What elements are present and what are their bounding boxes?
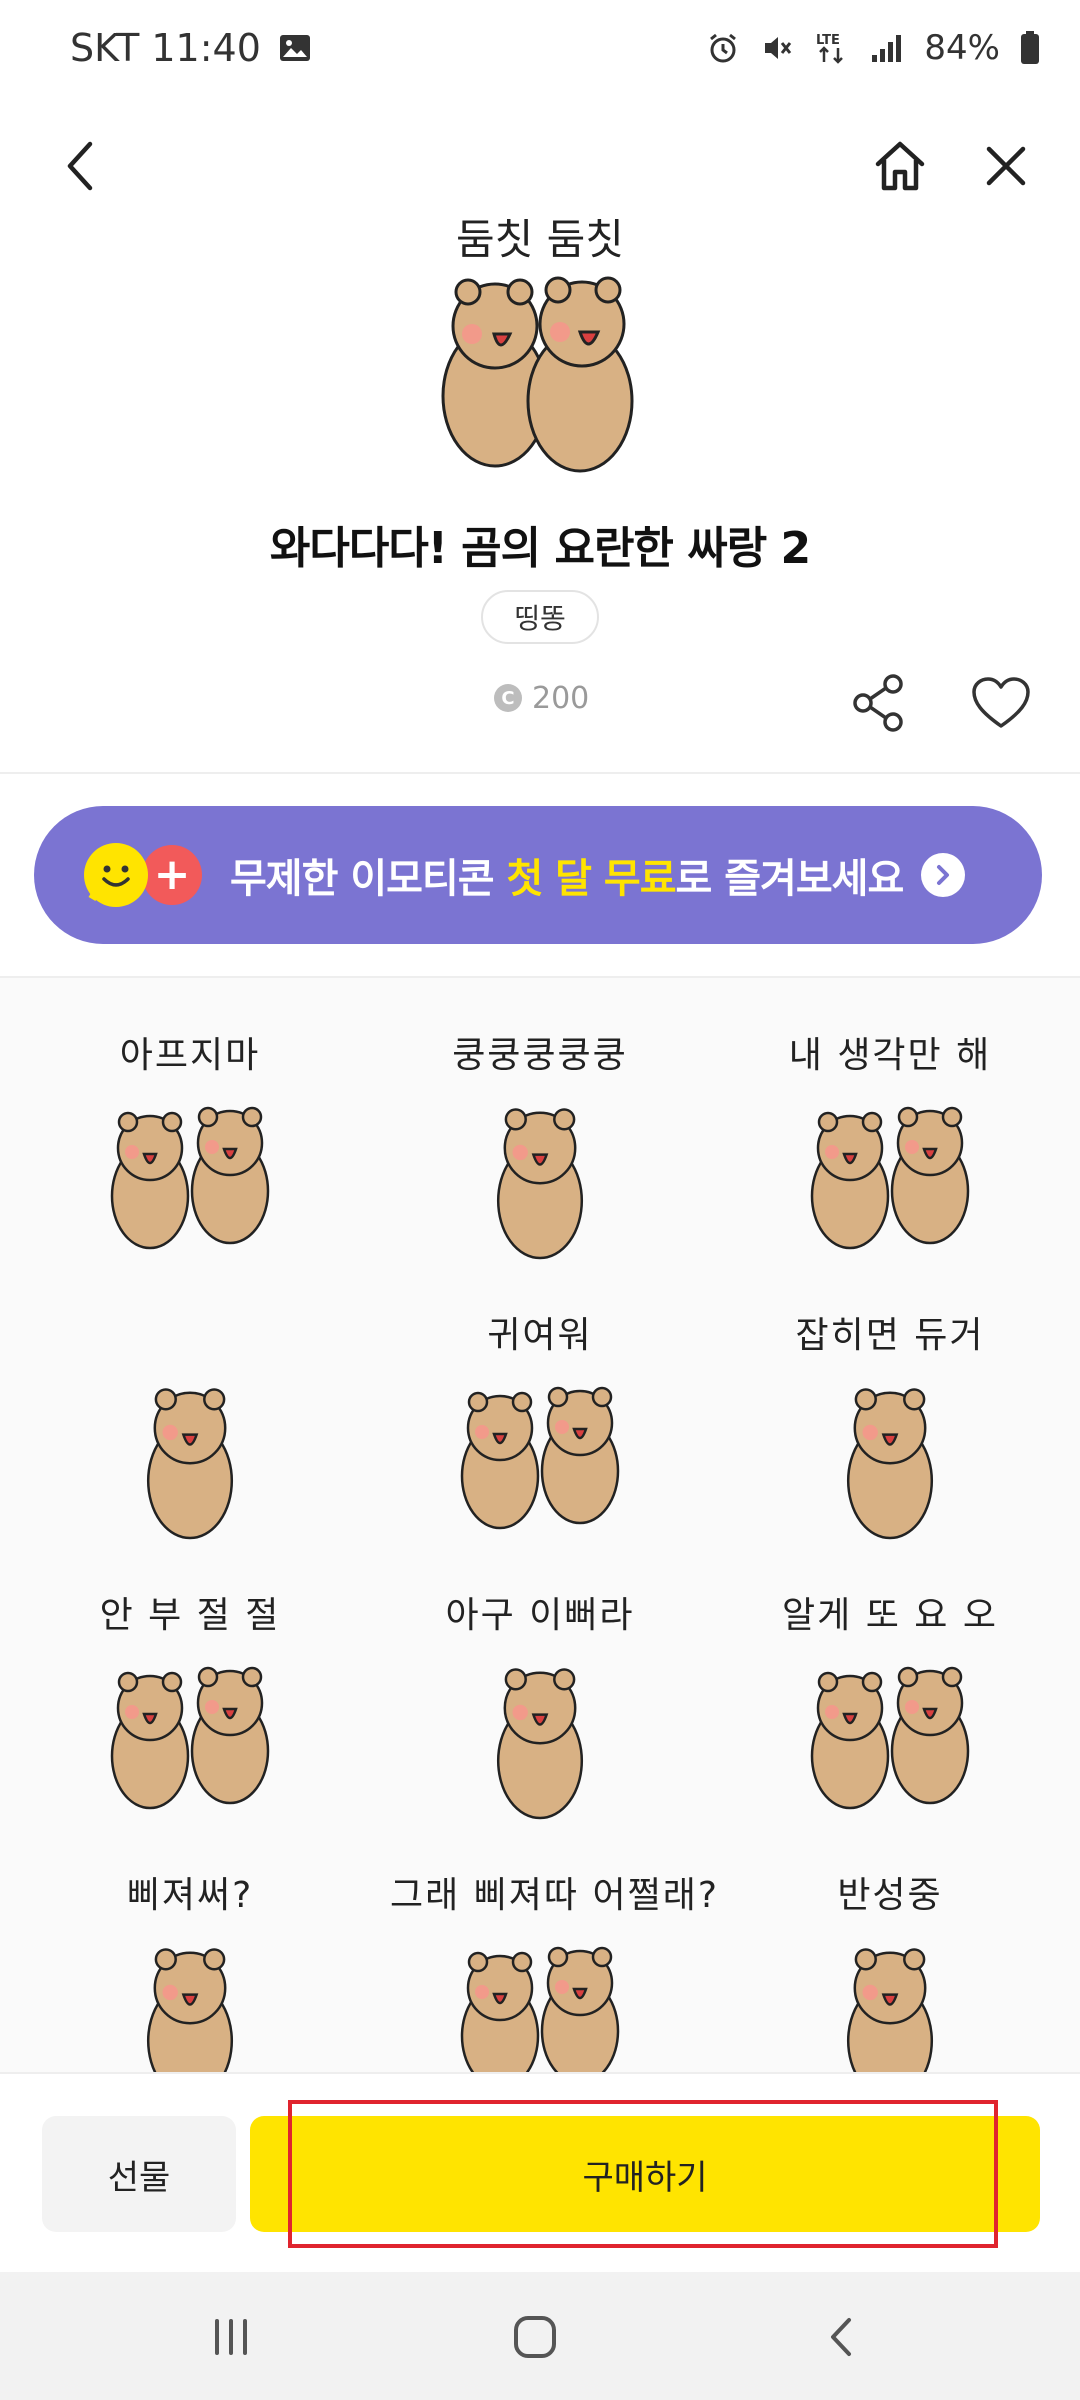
emoticon-item[interactable]: 반성중 — [740, 1858, 1040, 2072]
plus-icon: + — [142, 845, 202, 905]
pack-title: 와다다다! 곰의 요란한 싸랑 2 — [269, 523, 811, 574]
price: C 200 — [494, 676, 589, 720]
emoticon-item[interactable] — [40, 1298, 340, 1578]
gift-button[interactable]: 선물 — [42, 2116, 236, 2232]
author-chip[interactable]: 띵똥 — [481, 590, 599, 644]
emoticon-item[interactable]: 내 생각만 해 — [740, 1018, 1040, 1298]
close-icon[interactable] — [966, 126, 1046, 206]
carrier-time: SKT 11:40 — [70, 26, 261, 70]
emoticon-grid[interactable]: 아프지마 쿵쿵쿵쿵쿵 내 생각만 해 귀여워 잡히면 듀거안 부 절 절 아구 이뻐라 알게… — [0, 978, 1080, 2072]
bear-sticker-image — [496, 1668, 584, 1820]
status-right: LTE 84% — [706, 28, 1040, 68]
battery-icon — [1020, 31, 1040, 65]
share-icon[interactable] — [846, 670, 912, 736]
promo-text-after: 로 즐겨보세요 — [675, 856, 905, 902]
mute-icon — [760, 31, 794, 65]
alarm-icon — [706, 31, 740, 65]
lte-icon: LTE — [814, 30, 850, 66]
promo-text-highlight: 첫 달 무료 — [506, 856, 676, 902]
emoticon-item[interactable]: 쿵쿵쿵쿵쿵 — [390, 1018, 690, 1298]
bear-sticker-image — [146, 1388, 234, 1540]
bear-sticker-image — [110, 1106, 270, 1250]
battery-percent: 84% — [924, 28, 1000, 68]
promo-text-before: 무제한 이모티콘 — [230, 856, 507, 902]
bear-sticker-image — [110, 1666, 270, 1810]
buy-button[interactable]: 구매하기 — [250, 2116, 1040, 2232]
promo-text: 무제한 이모티콘 첫 달 무료로 즐겨보세요 — [230, 846, 905, 904]
divider — [0, 772, 1080, 774]
status-bar: SKT 11:40 LTE 84% — [0, 0, 1080, 96]
chevron-right-icon — [921, 853, 966, 897]
emoticon-item[interactable]: 삐져써? — [40, 1858, 340, 2072]
recent-apps-icon[interactable] — [196, 2302, 266, 2372]
bear-sticker-image — [460, 1386, 620, 1530]
bear-sticker-image — [846, 1948, 934, 2072]
emoticon-item[interactable]: 귀여워 — [390, 1298, 690, 1578]
system-nav-bar — [0, 2272, 1080, 2400]
emoticon-item[interactable]: 그래 삐져따 어쩔래? — [390, 1858, 717, 2072]
emoticon-item[interactable]: 잡히면 듀거 — [740, 1298, 1040, 1578]
bear-sticker-image — [496, 1108, 584, 1260]
bear-sticker-image — [460, 1946, 620, 2072]
promo-banner[interactable]: + 무제한 이모티콘 첫 달 무료로 즐겨보세요 — [34, 806, 1042, 944]
bear-sticker-image — [846, 1388, 934, 1540]
emoticon-item[interactable]: 알게 또 요 오 — [740, 1578, 1040, 1858]
gallery-icon — [279, 34, 311, 62]
back-arrow-icon[interactable] — [40, 126, 120, 206]
bear-sticker-image — [146, 1948, 234, 2072]
bottom-action-bar: 선물 구매하기 — [0, 2072, 1080, 2272]
home-icon[interactable] — [860, 126, 940, 206]
coin-icon: C — [494, 684, 522, 712]
emoticon-item[interactable]: 아구 이뻐라 — [390, 1578, 690, 1858]
home-circle-icon[interactable] — [500, 2302, 570, 2372]
svg-text:LTE: LTE — [816, 33, 840, 48]
heart-icon[interactable] — [966, 670, 1036, 736]
price-value: 200 — [532, 680, 590, 716]
bear-sticker-image — [810, 1106, 970, 1250]
signal-icon — [870, 33, 904, 63]
nav-back-icon[interactable] — [806, 2302, 876, 2372]
status-left: SKT 11:40 — [70, 26, 311, 70]
bear-sticker-image — [810, 1666, 970, 1810]
emoticon-item[interactable]: 아프지마 — [40, 1018, 340, 1298]
emoticon-item[interactable]: 안 부 절 절 — [40, 1578, 340, 1858]
hero-caption: 둠칫 둠칫 — [456, 215, 624, 264]
smile-icon — [84, 843, 148, 907]
pack-hero-image: 둠칫 둠칫 — [390, 206, 690, 486]
